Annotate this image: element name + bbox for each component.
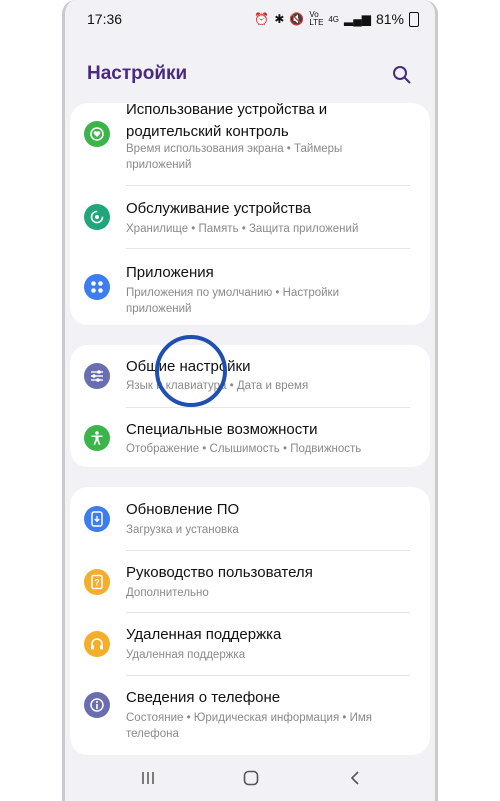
status-icons: ⏰ ✱ 🔇 Vo LTE 4G ▂▄▆ 81% xyxy=(254,11,419,27)
battery-level: 81% xyxy=(375,11,404,27)
item-subtitle: Состояние • Юридическая информация • Имя… xyxy=(126,712,372,740)
settings-card-3: Обновление ПО Загрузка и установка ? Рук… xyxy=(70,487,430,755)
item-title: Обновление ПО xyxy=(126,501,240,518)
device-care-icon xyxy=(84,204,110,230)
accessibility-icon xyxy=(84,425,110,451)
list-item-about-phone[interactable]: Сведения о телефоне Состояние • Юридичес… xyxy=(70,676,430,755)
list-item-general-settings[interactable]: Общие настройки Язык и клавиатура • Дата… xyxy=(70,345,430,407)
signal-icon: ▂▄▆ xyxy=(344,12,371,26)
item-title: Обслуживание устройства xyxy=(126,200,312,217)
list-item-user-manual[interactable]: ? Руководство пользователя Дополнительно xyxy=(70,551,430,612)
alarm-icon: ⏰ xyxy=(254,12,270,26)
list-item-remote-support[interactable]: Удаленная поддержка Удаленная поддержка xyxy=(70,613,430,675)
item-title: Сведения о телефоне xyxy=(126,689,281,706)
svg-text:?: ? xyxy=(94,578,100,588)
recent-apps-icon[interactable] xyxy=(136,767,160,789)
list-item-accessibility[interactable]: Специальные возможности Отображение • Сл… xyxy=(70,408,430,467)
list-item-apps[interactable]: Приложения Приложения по умолчанию • Нас… xyxy=(70,249,430,325)
bluetooth-icon: ✱ xyxy=(274,12,285,26)
info-icon xyxy=(84,692,110,718)
list-item-device-care[interactable]: Обслуживание устройства Хранилище • Памя… xyxy=(70,186,430,248)
phone-screen: 17:36 ⏰ ✱ 🔇 Vo LTE 4G ▂▄▆ 81% Настройки … xyxy=(62,0,438,801)
mute-icon: 🔇 xyxy=(289,12,305,26)
status-bar: 17:36 ⏰ ✱ 🔇 Vo LTE 4G ▂▄▆ 81% xyxy=(65,0,435,38)
software-update-icon xyxy=(84,506,110,532)
list-item-device-usage[interactable]: Использование устройства и родительский … xyxy=(70,101,430,185)
tap-highlight-circle xyxy=(155,335,227,407)
manual-icon: ? xyxy=(84,569,110,595)
home-icon[interactable] xyxy=(239,767,263,789)
sliders-icon xyxy=(84,363,110,389)
item-title: Руководство пользователя xyxy=(126,564,313,581)
page-title: Настройки xyxy=(87,63,188,84)
item-subtitle: Дополнительно xyxy=(126,587,209,599)
heart-settings-icon xyxy=(84,121,110,147)
item-subtitle: Отображение • Слышимость • Подвижность xyxy=(126,443,362,455)
item-title: Специальные возможности xyxy=(126,421,318,438)
item-subtitle: Время использования экрана • Таймеры при… xyxy=(126,143,343,171)
back-icon[interactable] xyxy=(343,767,367,789)
headset-icon xyxy=(84,631,110,657)
settings-card-2: Общие настройки Язык и клавиатура • Дата… xyxy=(70,345,430,467)
apps-grid-icon xyxy=(84,274,110,300)
navigation-bar xyxy=(65,755,435,801)
network-label: Vo LTE xyxy=(309,10,324,27)
item-title: Использование устройства и родительский … xyxy=(126,101,328,140)
item-subtitle: Хранилище • Память • Защита приложений xyxy=(126,223,359,235)
clock: 17:36 xyxy=(87,11,123,27)
item-title: Удаленная поддержка xyxy=(126,626,282,643)
battery-icon xyxy=(409,11,419,27)
signal-label: 4G xyxy=(328,14,339,24)
item-title: Приложения xyxy=(126,264,214,281)
item-subtitle: Приложения по умолчанию • Настройки прил… xyxy=(126,287,340,315)
settings-card-1: Использование устройства и родительский … xyxy=(70,101,430,325)
search-icon[interactable] xyxy=(391,64,413,86)
list-item-software-update[interactable]: Обновление ПО Загрузка и установка xyxy=(70,487,430,550)
item-subtitle: Удаленная поддержка xyxy=(126,649,246,661)
item-subtitle: Загрузка и установка xyxy=(126,524,239,536)
